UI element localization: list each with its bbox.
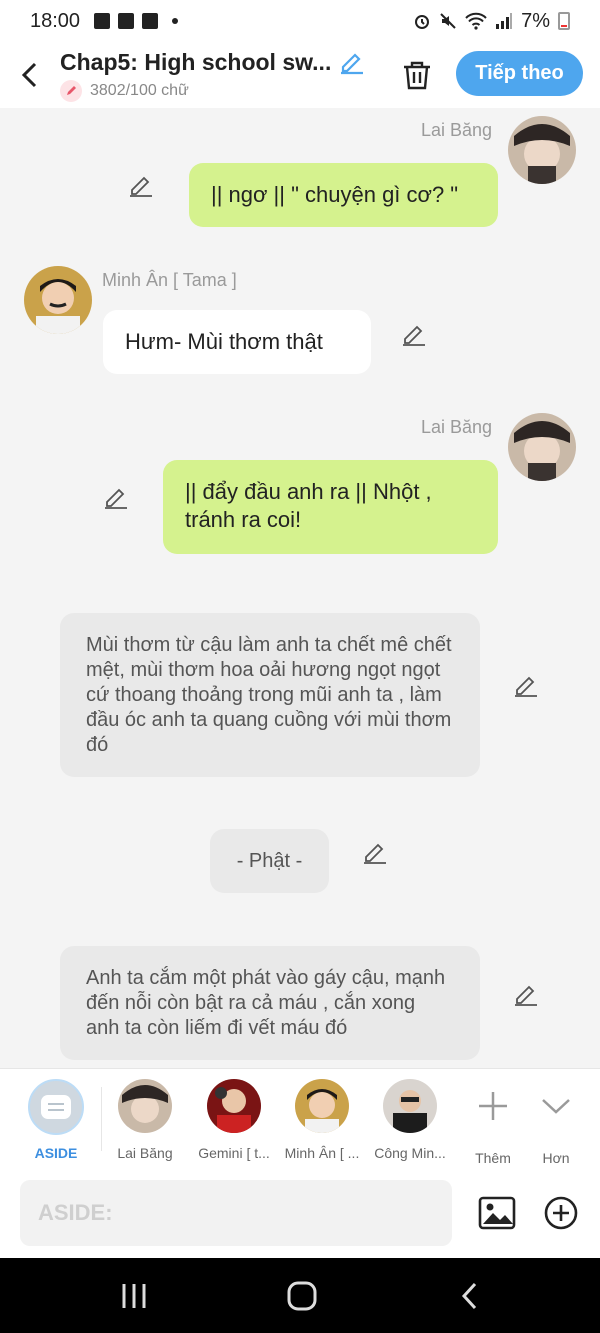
- word-count: 3802/100 chữ: [90, 81, 189, 99]
- character-minh-an[interactable]: Minh Ân [ ...: [278, 1079, 366, 1161]
- chapter-header: Chap5: High school sw... 3802/100 chữ Ti…: [0, 42, 600, 108]
- recent-apps-button[interactable]: [114, 1276, 154, 1316]
- avatar: [295, 1079, 349, 1133]
- avatar-lai-bang[interactable]: [508, 116, 576, 184]
- plus-circle-icon: [544, 1196, 578, 1230]
- home-icon: [287, 1281, 317, 1311]
- sender-name: Lai Băng: [421, 417, 493, 437]
- aside-icon: [28, 1079, 84, 1135]
- back-arrow-icon: [461, 1282, 477, 1310]
- image-icon: [478, 1196, 516, 1230]
- alarm-icon: [415, 15, 430, 29]
- more-label: Hơn: [542, 1150, 570, 1166]
- status-time: 18:00: [30, 9, 81, 32]
- character-gemini[interactable]: Gemini [ t...: [190, 1079, 278, 1161]
- chat-area[interactable]: Lai Băng || ngơ || " chuyện gì cơ? " Min…: [0, 108, 600, 1068]
- insert-image-button[interactable]: [478, 1194, 516, 1232]
- character-selector: ASIDE Lai Băng Gemini [ t... Minh Ân [ .…: [0, 1068, 600, 1170]
- character-aside[interactable]: ASIDE: [12, 1079, 100, 1161]
- title-block: Chap5: High school sw... 3802/100 chữ: [60, 49, 380, 102]
- shop-notification-icon: [142, 13, 159, 29]
- character-label: Gemini [ t...: [198, 1145, 270, 1161]
- character-label: Lai Băng: [117, 1145, 173, 1161]
- avatar: [118, 1079, 172, 1133]
- back-button[interactable]: [0, 45, 60, 105]
- more-notifications-icon: [172, 18, 179, 24]
- character-label: Công Min...: [374, 1145, 446, 1161]
- sender-name: Lai Băng: [421, 120, 493, 140]
- word-count-pencil-icon: [60, 79, 82, 102]
- chevron-left-icon: [21, 62, 37, 88]
- back-nav-button[interactable]: [450, 1276, 490, 1316]
- character-label: ASIDE: [34, 1145, 78, 1161]
- chevron-down-icon: [542, 1099, 570, 1114]
- message-bubble[interactable]: Hưm- Mùi thơm thật: [103, 310, 371, 374]
- narration-bubble[interactable]: Mùi thơm từ cậu làm anh ta chết mê chết …: [60, 613, 480, 777]
- next-button[interactable]: Tiếp theo: [456, 51, 583, 96]
- mute-icon: [440, 13, 456, 29]
- character-cong-minh[interactable]: Công Min...: [366, 1079, 454, 1161]
- battery-icon: [558, 12, 570, 30]
- message-input[interactable]: [20, 1180, 452, 1246]
- avatar-lai-bang[interactable]: [508, 413, 576, 481]
- message-bubble[interactable]: || ngơ || " chuyện gì cơ? ": [189, 163, 498, 227]
- recent-apps-icon: [122, 1284, 146, 1308]
- narration-bubble[interactable]: Anh ta cắm một phát vào gáy cậu, mạnh đế…: [60, 946, 480, 1060]
- edit-icon[interactable]: [128, 172, 154, 198]
- more-button[interactable]: Hơn: [512, 1079, 600, 1166]
- edit-icon[interactable]: [103, 484, 129, 510]
- edit-icon[interactable]: [401, 321, 427, 347]
- avatar: [383, 1079, 437, 1133]
- gallery-notification-icon: [94, 13, 111, 29]
- trash-icon: [404, 61, 430, 90]
- input-bar: [0, 1170, 600, 1258]
- avatar-minh-an[interactable]: [24, 266, 92, 334]
- signal-icon: [496, 13, 513, 29]
- edit-icon[interactable]: [513, 672, 539, 698]
- navigation-bar: [0, 1258, 600, 1333]
- avatar: [207, 1079, 261, 1133]
- sender-name: Minh Ân [ Tama ]: [102, 270, 237, 290]
- alert-notification-icon: [118, 13, 135, 29]
- narration-bubble[interactable]: - Phật -: [210, 829, 329, 893]
- home-button[interactable]: [282, 1276, 322, 1316]
- edit-icon[interactable]: [362, 839, 388, 865]
- delete-button[interactable]: [398, 56, 436, 94]
- character-lai-bang[interactable]: Lai Băng: [101, 1079, 189, 1161]
- chapter-title[interactable]: Chap5: High school sw...: [60, 49, 331, 76]
- add-button[interactable]: [542, 1194, 580, 1232]
- battery-percent: 7%: [521, 9, 550, 32]
- edit-title-icon[interactable]: [339, 49, 365, 75]
- character-label: Minh Ân [ ...: [284, 1145, 360, 1161]
- message-bubble[interactable]: || đẩy đầu anh ra || Nhột , tránh ra coi…: [163, 460, 498, 554]
- status-bar: 18:00 7%: [0, 0, 600, 42]
- wifi-icon: [465, 12, 487, 30]
- edit-icon[interactable]: [513, 981, 539, 1007]
